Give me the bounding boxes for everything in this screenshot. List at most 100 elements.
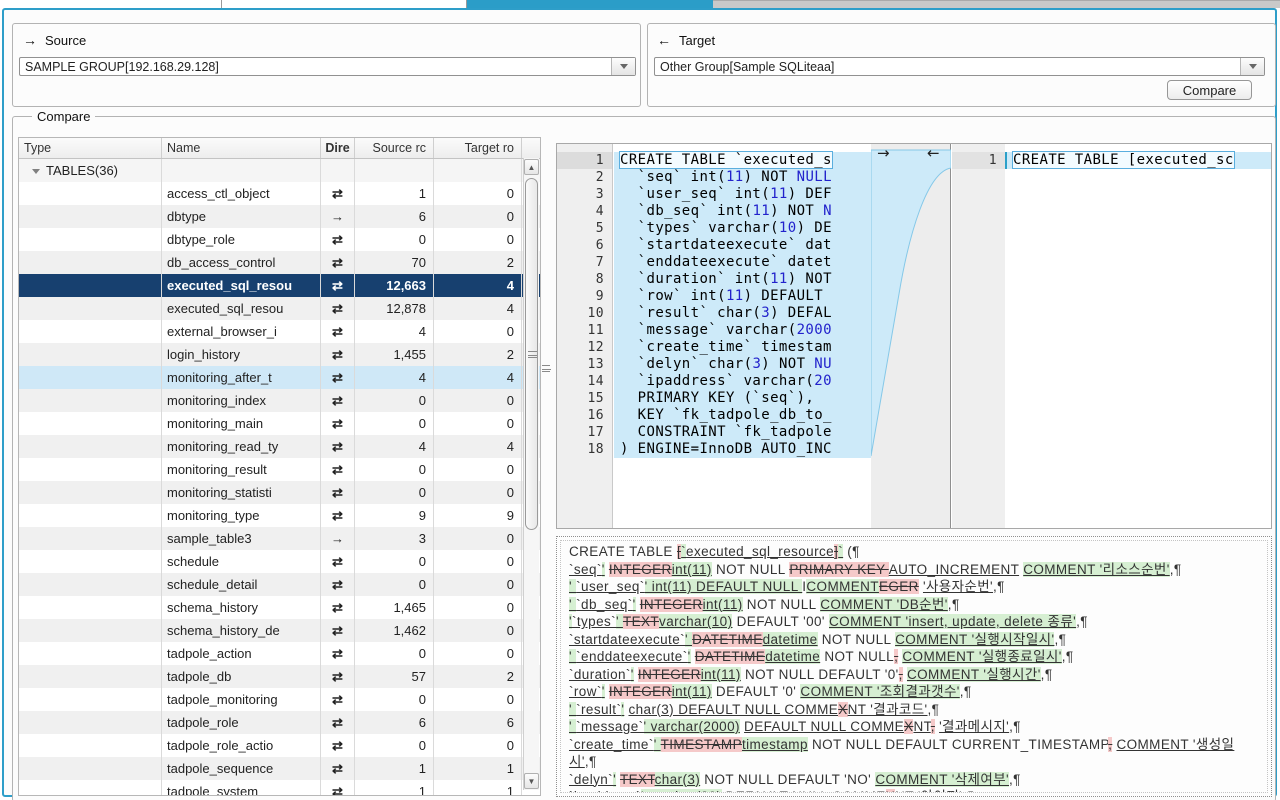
name-cell: db_access_control	[162, 251, 321, 274]
table-row-schedule[interactable]: schedule⇄00	[19, 550, 540, 573]
table-row-schema_history[interactable]: schema_history⇄1,4650	[19, 596, 540, 619]
table-row-external_browser_i[interactable]: external_browser_i⇄40	[19, 320, 540, 343]
line-number: 12	[557, 339, 612, 356]
code-line-9: `row` int(11) DEFAULT	[614, 288, 871, 305]
tab-1[interactable]	[0, 0, 222, 8]
diff-line-3: ' `user_seq`' int(11) DEFAULT NULL ICOMM…	[569, 578, 1259, 596]
name-cell: executed_sql_resou	[162, 297, 321, 320]
diff-line-13: `delyn`' TEXTchar(3) NOT NULL DEFAULT 'N…	[569, 771, 1259, 789]
name-cell: monitoring_main	[162, 412, 321, 435]
table-row-tadpole_role[interactable]: tadpole_role⇄66	[19, 711, 540, 734]
source-rows-cell: 4	[355, 320, 434, 343]
line-number: 6	[557, 237, 612, 254]
tree-group-row[interactable]: TABLES(36)	[19, 159, 540, 182]
column-header-name[interactable]: Name	[162, 138, 321, 158]
table-row-monitoring_read_ty[interactable]: monitoring_read_ty⇄44	[19, 435, 540, 458]
source-rows-cell: 3	[355, 527, 434, 550]
direction-cell: ⇄	[321, 688, 355, 711]
column-header-type[interactable]: Type	[19, 138, 162, 158]
table-row-monitoring_type[interactable]: monitoring_type⇄99	[19, 504, 540, 527]
scroll-up-button[interactable]: ▲	[524, 159, 539, 175]
scrollbar-thumb[interactable]	[525, 178, 538, 530]
table-row-tadpole_role_actio[interactable]: tadpole_role_actio⇄00	[19, 734, 540, 757]
table-row-monitoring_after_t[interactable]: monitoring_after_t⇄44	[19, 366, 540, 389]
source-code-pane[interactable]: CREATE TABLE `executed_s `seq` int(11) N…	[614, 144, 871, 528]
tab-4[interactable]	[713, 0, 1280, 8]
table-row-monitoring_index[interactable]: monitoring_index⇄00	[19, 389, 540, 412]
diff-line-2: `seq`' INTEGERint(11) NOT NULL PRIMARY K…	[569, 561, 1259, 579]
target-code-pane[interactable]: CREATE TABLE [executed_sc	[1005, 144, 1271, 528]
splitter-handle[interactable]	[542, 362, 550, 376]
compare-editor[interactable]: 123456789101112131415161718 CREATE TABLE…	[556, 143, 1272, 529]
table-row-tadpole_sequence[interactable]: tadpole_sequence⇄11	[19, 757, 540, 780]
table-row-monitoring_result[interactable]: monitoring_result⇄00	[19, 458, 540, 481]
source-rows-cell: 4	[355, 366, 434, 389]
table-row-db_access_control[interactable]: db_access_control⇄702	[19, 251, 540, 274]
source-rows-cell: 57	[355, 665, 434, 688]
thumb-grip-icon	[528, 351, 537, 358]
table-row-executed_sql_resou[interactable]: executed_sql_resou⇄12,6634	[19, 274, 540, 297]
target-rows-cell: 4	[434, 274, 522, 297]
table-row-monitoring_main[interactable]: monitoring_main⇄00	[19, 412, 540, 435]
direction-cell: ⇄	[321, 711, 355, 734]
source-rows-cell: 70	[355, 251, 434, 274]
tree-group-cell: TABLES(36)	[19, 159, 162, 182]
unified-diff-text[interactable]: CREATE TABLE [`executed_sql_resource]` (…	[560, 540, 1268, 793]
source-rows-cell: 12,878	[355, 297, 434, 320]
scroll-down-button[interactable]: ▼	[524, 773, 539, 789]
source-rows-cell: 0	[355, 734, 434, 757]
name-cell: monitoring_type	[162, 504, 321, 527]
direction-cell: ⇄	[321, 435, 355, 458]
tab-3[interactable]	[467, 0, 713, 8]
table-row-dbtype[interactable]: dbtype→60	[19, 205, 540, 228]
target-rows-cell: 0	[434, 228, 522, 251]
name-cell: tadpole_db	[162, 665, 321, 688]
code-line-7: `enddateexecute` datet	[614, 254, 871, 271]
copy-left-arrow-icon[interactable]: ←	[927, 145, 940, 162]
table-row-access_ctl_object[interactable]: access_ctl_object⇄10	[19, 182, 540, 205]
table-row-login_history[interactable]: login_history⇄1,4552	[19, 343, 540, 366]
name-cell: login_history	[162, 343, 321, 366]
column-header-target-ro[interactable]: Target ro	[434, 138, 522, 158]
object-table[interactable]: TypeNameDireSource rcTarget ro TABLES(36…	[18, 137, 541, 796]
source-rows-cell: 1	[355, 182, 434, 205]
column-header-source-rc[interactable]: Source rc	[355, 138, 434, 158]
table-scrollbar[interactable]: ▲ ▼	[523, 158, 539, 790]
target-group-select[interactable]: Other Group[Sample SQLiteaa]	[654, 57, 1265, 76]
direction-cell: →	[321, 205, 355, 228]
line-number: 17	[557, 424, 612, 441]
source-combo-dropdown-button[interactable]	[611, 58, 635, 75]
source-group-select[interactable]: SAMPLE GROUP[192.168.29.128]	[19, 57, 636, 76]
code-line-17: CONSTRAINT `fk_tadpole	[614, 424, 871, 441]
table-row-monitoring_statisti[interactable]: monitoring_statisti⇄00	[19, 481, 540, 504]
compare-button[interactable]: Compare	[1167, 80, 1252, 100]
source-rows-cell: 12,663	[355, 274, 434, 297]
table-row-schema_history_de[interactable]: schema_history_de⇄1,4620	[19, 619, 540, 642]
copy-right-arrow-icon[interactable]: →	[877, 145, 890, 162]
table-row-sample_table3[interactable]: sample_table3→30	[19, 527, 540, 550]
table-header: TypeNameDireSource rcTarget ro	[19, 138, 540, 159]
table-row-dbtype_role[interactable]: dbtype_role⇄00	[19, 228, 540, 251]
direction-cell: ⇄	[321, 343, 355, 366]
table-row-tadpole_action[interactable]: tadpole_action⇄00	[19, 642, 540, 665]
source-rows-cell: 1,465	[355, 596, 434, 619]
direction-cell: ⇄	[321, 366, 355, 389]
name-cell: external_browser_i	[162, 320, 321, 343]
diff-line-12: `create_time`' TIMESTAMPtimestamp NOT NU…	[569, 736, 1259, 771]
tab-2[interactable]	[222, 0, 467, 8]
name-cell: monitoring_after_t	[162, 366, 321, 389]
table-row-tadpole_monitoring[interactable]: tadpole_monitoring⇄00	[19, 688, 540, 711]
line-number: 1	[557, 152, 612, 169]
table-row-schedule_detail[interactable]: schedule_detail⇄00	[19, 573, 540, 596]
disclosure-triangle-icon[interactable]	[32, 169, 40, 174]
target-combo-dropdown-button[interactable]	[1240, 58, 1264, 75]
target-rows-cell: 0	[434, 550, 522, 573]
source-rows-cell: 1	[355, 780, 434, 796]
diff-connector-curve	[871, 144, 951, 528]
direction-cell: ⇄	[321, 734, 355, 757]
name-cell: sample_table3	[162, 527, 321, 550]
table-row-tadpole_system[interactable]: tadpole_system⇄11	[19, 780, 540, 796]
table-row-tadpole_db[interactable]: tadpole_db⇄572	[19, 665, 540, 688]
column-header-dire[interactable]: Dire	[321, 138, 355, 158]
table-row-executed_sql_resou[interactable]: executed_sql_resou⇄12,8784	[19, 297, 540, 320]
